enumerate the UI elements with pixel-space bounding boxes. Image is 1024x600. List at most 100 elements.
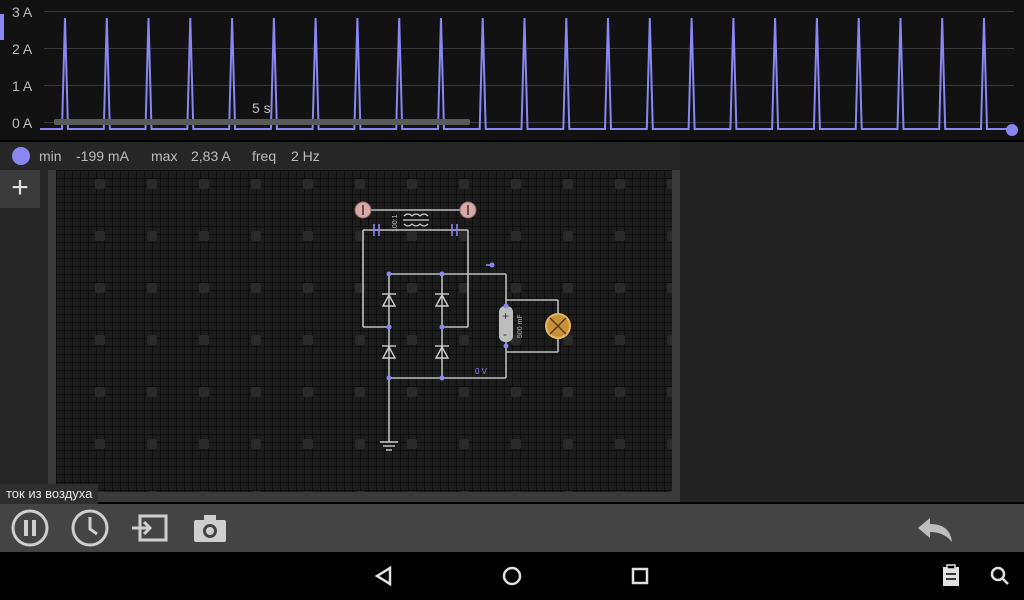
board-hole	[251, 179, 261, 189]
capacitor-value-label: 500 mF	[517, 314, 524, 338]
board-hole	[303, 231, 313, 241]
board-hole	[355, 439, 365, 449]
board-hole	[407, 439, 417, 449]
board-hole	[303, 387, 313, 397]
board-hole	[407, 283, 417, 293]
board-hole	[615, 179, 625, 189]
export-icon[interactable]	[126, 504, 174, 552]
board-hole	[355, 179, 365, 189]
board-hole	[147, 387, 157, 397]
board-hole	[95, 335, 105, 345]
max-value: 2,83 A	[191, 148, 231, 164]
board-hole	[407, 179, 417, 189]
time-scale-label: 5 s	[252, 100, 271, 116]
home-icon[interactable]	[488, 552, 536, 600]
clipboard-icon[interactable]	[927, 552, 975, 600]
board-hole	[407, 491, 417, 492]
board-hole	[355, 335, 365, 345]
current-trace-line	[40, 17, 1012, 130]
board-hole	[355, 491, 365, 492]
min-label: min	[39, 148, 62, 164]
board-hole	[95, 231, 105, 241]
svg-text:+: +	[502, 309, 509, 323]
search-icon[interactable]	[976, 552, 1024, 600]
board-hole	[303, 283, 313, 293]
board-hole	[199, 335, 209, 345]
scope-info-bar: min -199 mA max 2,83 A freq 2 Hz	[0, 142, 680, 170]
voltage-label: 0 V	[475, 367, 488, 376]
board-hole	[667, 231, 672, 241]
board-hole	[563, 283, 573, 293]
camera-icon[interactable]	[186, 504, 234, 552]
history-icon[interactable]	[66, 504, 114, 552]
board-hole	[251, 439, 261, 449]
board-hole	[199, 491, 209, 492]
board-hole	[251, 335, 261, 345]
board-hole	[511, 283, 521, 293]
board-hole	[667, 387, 672, 397]
board-hole	[511, 387, 521, 397]
board-hole	[199, 231, 209, 241]
board-hole	[95, 387, 105, 397]
board-hole	[563, 387, 573, 397]
trace-end-dot	[1006, 124, 1018, 136]
right-panel	[680, 142, 1024, 502]
board-hole	[459, 387, 469, 397]
board-hole	[511, 491, 521, 492]
board-hole	[459, 491, 469, 492]
board-hole	[563, 491, 573, 492]
board-hole	[563, 179, 573, 189]
board-hole	[407, 335, 417, 345]
transformer-ratio-label: 100:1	[392, 214, 399, 232]
board-hole	[667, 491, 672, 492]
board-hole	[667, 335, 672, 345]
circuit-canvas[interactable]: + - 500 mF 100:1 0 V	[56, 170, 672, 492]
board-hole	[95, 439, 105, 449]
board-hole	[615, 283, 625, 293]
undo-icon[interactable]	[910, 504, 958, 552]
board-hole	[459, 335, 469, 345]
board-hole	[407, 387, 417, 397]
add-component-button[interactable]: +	[0, 170, 40, 208]
freq-label: freq	[252, 148, 277, 164]
back-icon[interactable]	[360, 552, 408, 600]
min-value: -199 mA	[76, 148, 129, 164]
board-hole	[303, 179, 313, 189]
board-hole	[615, 335, 625, 345]
transformer-coil	[403, 223, 429, 227]
board-hole	[199, 439, 209, 449]
board-hole	[147, 335, 157, 345]
board-hole	[199, 387, 209, 397]
board-hole	[251, 491, 261, 492]
recents-icon[interactable]	[616, 552, 664, 600]
board-holes	[95, 179, 672, 492]
system-navigation-bar	[0, 552, 1024, 600]
trace-color-indicator	[12, 147, 30, 165]
board-hole	[563, 231, 573, 241]
board-hole	[459, 179, 469, 189]
board-hole	[251, 283, 261, 293]
board-hole	[147, 231, 157, 241]
board-hole	[511, 231, 521, 241]
board-hole	[147, 439, 157, 449]
board-hole	[615, 439, 625, 449]
time-scale-bar	[54, 119, 470, 125]
left-side-panel	[0, 170, 48, 502]
board-hole	[615, 387, 625, 397]
board-hole	[407, 231, 417, 241]
board-hole	[199, 283, 209, 293]
pause-icon[interactable]	[6, 504, 54, 552]
board-hole	[615, 231, 625, 241]
max-label: max	[151, 148, 178, 164]
board-hole	[147, 283, 157, 293]
board-hole	[95, 283, 105, 293]
oscilloscope-panel[interactable]: 3 A 2 A 1 A 0 A 5 s	[0, 0, 1024, 140]
board-hole	[615, 491, 625, 492]
board-hole	[147, 179, 157, 189]
board-hole	[511, 439, 521, 449]
board-hole	[95, 179, 105, 189]
bottom-toolbar	[0, 504, 1024, 552]
board-hole	[667, 283, 672, 293]
transformer-coil	[403, 213, 429, 217]
board-hole	[667, 179, 672, 189]
